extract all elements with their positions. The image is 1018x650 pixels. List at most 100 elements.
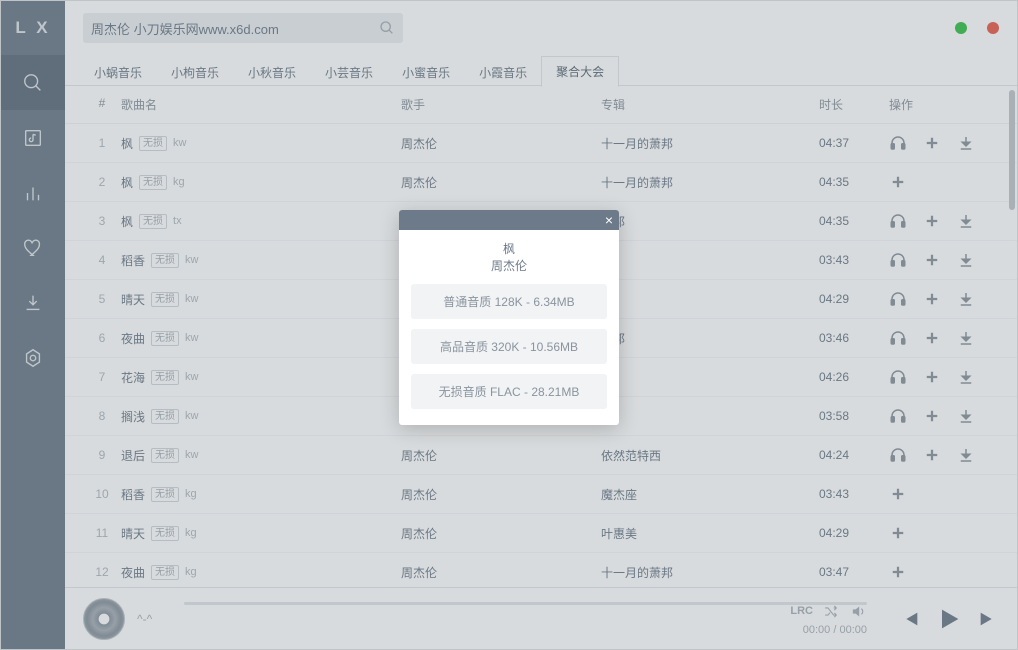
progress-area: LRC 00:00 / 00:00	[184, 602, 867, 636]
tab-4[interactable]: 小蜜音乐	[387, 56, 465, 87]
add-icon[interactable]	[923, 407, 941, 425]
download-row-icon[interactable]	[957, 329, 975, 347]
row-album: 萧邦	[601, 213, 819, 230]
add-icon[interactable]	[923, 251, 941, 269]
player-bar: ^-^ LRC 00:00 / 00:00	[65, 587, 1017, 649]
bar-chart-icon	[22, 182, 44, 204]
download-row-icon[interactable]	[957, 368, 975, 386]
listen-icon[interactable]	[889, 290, 907, 308]
minimize-button[interactable]	[955, 22, 967, 34]
download-row-icon[interactable]	[957, 134, 975, 152]
listen-icon[interactable]	[889, 251, 907, 269]
table-row[interactable]: 1枫无损kw周杰伦十一月的萧邦04:37	[65, 124, 1017, 163]
row-ops	[889, 251, 999, 269]
tab-6[interactable]: 聚合大会	[541, 56, 619, 87]
source-label: kg	[173, 176, 185, 188]
listen-icon[interactable]	[889, 407, 907, 425]
shuffle-icon[interactable]	[823, 603, 840, 620]
add-icon[interactable]	[889, 173, 907, 191]
row-index: 10	[83, 487, 121, 501]
listen-icon[interactable]	[889, 212, 907, 230]
volume-icon[interactable]	[850, 603, 867, 620]
lossless-badge: 无损	[139, 175, 167, 190]
player-extra: LRC	[790, 603, 867, 620]
table-row[interactable]: 11晴天无损kg周杰伦叶惠美04:29	[65, 514, 1017, 553]
row-ops	[889, 446, 999, 464]
add-icon[interactable]	[889, 524, 907, 542]
add-icon[interactable]	[923, 134, 941, 152]
lyrics-button[interactable]: LRC	[790, 605, 813, 617]
scrollbar-thumb[interactable]	[1009, 90, 1015, 210]
add-icon[interactable]	[923, 290, 941, 308]
row-index: 5	[83, 292, 121, 306]
next-button[interactable]	[977, 608, 999, 630]
table-row[interactable]: 2枫无损kg周杰伦十一月的萧邦04:35	[65, 163, 1017, 202]
listen-icon[interactable]	[889, 446, 907, 464]
download-row-icon[interactable]	[957, 407, 975, 425]
search-box[interactable]	[83, 13, 403, 43]
add-icon[interactable]	[923, 329, 941, 347]
row-index: 1	[83, 136, 121, 150]
time-display: 00:00 / 00:00	[184, 624, 867, 636]
prev-button[interactable]	[899, 608, 921, 630]
table-row[interactable]: 12夜曲无损kg周杰伦十一月的萧邦03:47	[65, 553, 1017, 587]
heart-icon	[22, 237, 44, 259]
row-duration: 04:26	[819, 370, 889, 384]
play-button[interactable]	[935, 605, 963, 633]
row-duration: 03:46	[819, 331, 889, 345]
nav-charts[interactable]	[1, 165, 65, 220]
col-name[interactable]: 歌曲名	[121, 96, 401, 113]
quality-option-1[interactable]: 高品音质 320K - 10.56MB	[411, 329, 607, 364]
nav-songlist[interactable]	[1, 110, 65, 165]
nav-downloads[interactable]	[1, 275, 65, 330]
source-label: kg	[185, 527, 197, 539]
source-label: kw	[185, 293, 198, 305]
download-row-icon[interactable]	[957, 251, 975, 269]
close-button[interactable]	[987, 22, 999, 34]
row-name: 稻香无损kg	[121, 486, 401, 503]
tab-3[interactable]: 小芸音乐	[310, 56, 388, 87]
add-icon[interactable]	[889, 485, 907, 503]
add-icon[interactable]	[923, 368, 941, 386]
listen-icon[interactable]	[889, 329, 907, 347]
row-singer: 周杰伦	[401, 447, 601, 464]
row-duration: 04:35	[819, 175, 889, 189]
modal-close-button[interactable]: ×	[605, 213, 613, 227]
source-label: tx	[173, 215, 182, 227]
table-row[interactable]: 10稻香无损kg周杰伦魔杰座03:43	[65, 475, 1017, 514]
add-icon[interactable]	[923, 446, 941, 464]
col-duration[interactable]: 时长	[819, 96, 889, 113]
table-header: # 歌曲名 歌手 专辑 时长 操作	[65, 86, 1017, 124]
tab-1[interactable]: 小枸音乐	[156, 56, 234, 87]
nav-favorites[interactable]	[1, 220, 65, 275]
listen-icon[interactable]	[889, 134, 907, 152]
col-singer[interactable]: 歌手	[401, 96, 601, 113]
search-input[interactable]	[91, 21, 379, 36]
tab-0[interactable]: 小蜗音乐	[79, 56, 157, 87]
album-art[interactable]	[83, 598, 125, 640]
row-singer: 周杰伦	[401, 564, 601, 581]
nav-settings[interactable]	[1, 330, 65, 385]
add-icon[interactable]	[923, 212, 941, 230]
download-row-icon[interactable]	[957, 212, 975, 230]
scrollbar[interactable]	[1009, 90, 1015, 520]
row-ops	[889, 173, 999, 191]
listen-icon[interactable]	[889, 368, 907, 386]
col-album[interactable]: 专辑	[601, 96, 819, 113]
source-label: kw	[185, 449, 198, 461]
search-submit-icon[interactable]	[379, 20, 395, 36]
nav-search[interactable]	[1, 55, 65, 110]
topbar	[65, 1, 1017, 55]
row-duration: 04:29	[819, 526, 889, 540]
table-row[interactable]: 9退后无损kw周杰伦依然范特西04:24	[65, 436, 1017, 475]
quality-option-2[interactable]: 无损音质 FLAC - 28.21MB	[411, 374, 607, 409]
tab-2[interactable]: 小秋音乐	[233, 56, 311, 87]
download-row-icon[interactable]	[957, 446, 975, 464]
row-name: 花海无损kw	[121, 369, 401, 386]
lossless-badge: 无损	[151, 370, 179, 385]
tab-5[interactable]: 小霞音乐	[464, 56, 542, 87]
quality-option-0[interactable]: 普通音质 128K - 6.34MB	[411, 284, 607, 319]
add-icon[interactable]	[889, 563, 907, 581]
download-row-icon[interactable]	[957, 290, 975, 308]
row-index: 9	[83, 448, 121, 462]
